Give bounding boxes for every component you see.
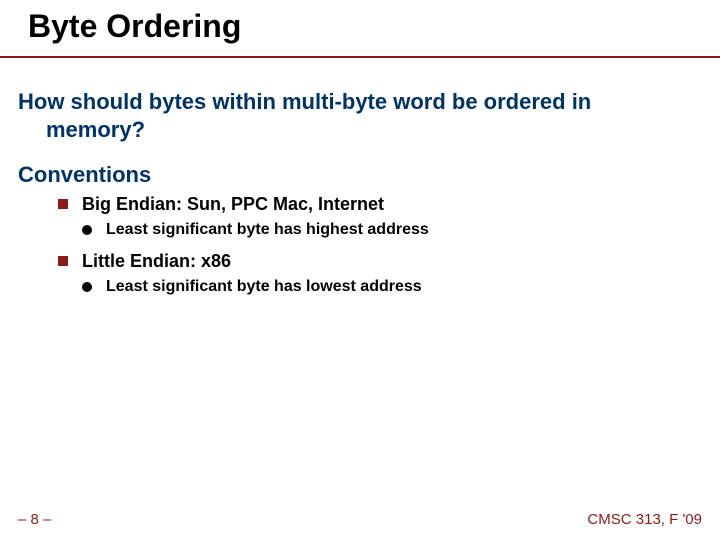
title-underline [0,56,720,58]
page-title: Byte Ordering [28,8,241,45]
sub-bullet-little-endian: Least significant byte has lowest addres… [82,278,678,296]
page-number: – 8 – [18,511,51,528]
bullet-label: Little Endian: x86 [82,251,231,271]
question-text: How should bytes within multi-byte word … [18,88,698,143]
bullet-little-endian: Little Endian: x86 [58,251,678,272]
bullet-big-endian: Big Endian: Sun, PPC Mac, Internet [58,194,678,215]
bullet-list: Big Endian: Sun, PPC Mac, Internet Least… [58,194,678,308]
section-conventions: Conventions [18,162,151,188]
slide: Byte Ordering How should bytes within mu… [0,0,720,540]
sub-bullet-label: Least significant byte has lowest addres… [106,278,422,295]
sub-bullet-label: Least significant byte has highest addre… [106,221,429,238]
question-line1: How should bytes within multi-byte word … [18,89,591,114]
course-label: CMSC 313, F '09 [587,511,702,528]
sub-bullet-big-endian: Least significant byte has highest addre… [82,221,678,239]
bullet-label: Big Endian: Sun, PPC Mac, Internet [82,194,384,214]
question-line2: memory? [18,116,698,144]
